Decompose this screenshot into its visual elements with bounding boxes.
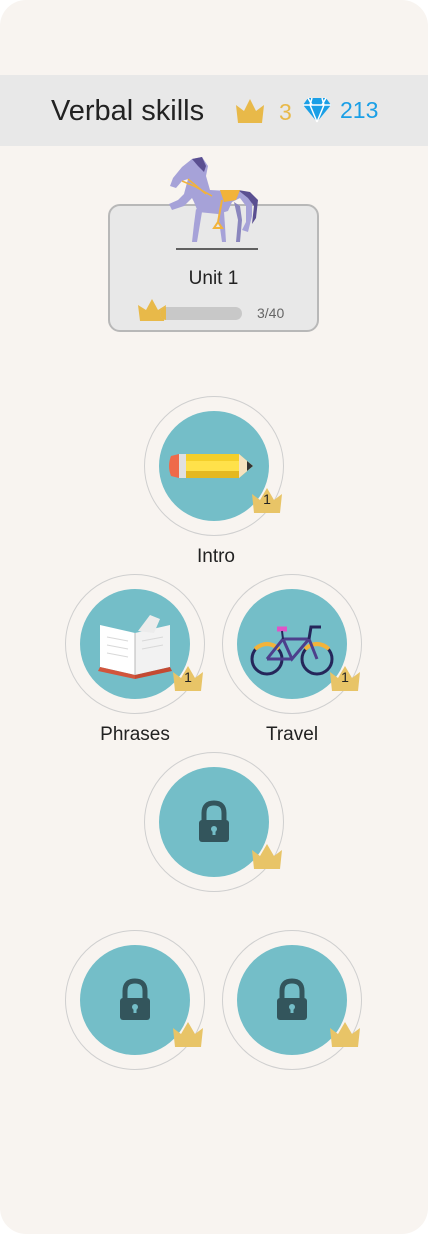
page-title: Verbal skills xyxy=(51,95,205,127)
skill-label: Intro xyxy=(196,546,236,567)
crown-count: 3 xyxy=(279,99,292,125)
crown-badge-icon xyxy=(252,844,282,869)
unit-title: Unit 1 xyxy=(188,268,239,289)
unit-progress-fill xyxy=(160,307,167,320)
skill-tree-screen: Verbal skills 3 213 Unit 1 3/40 1 Intro … xyxy=(0,0,428,1234)
crown-icon xyxy=(236,99,264,123)
gem-count: 213 xyxy=(340,97,379,123)
crown-badge-icon xyxy=(173,1022,203,1047)
skill-label: Phrases xyxy=(100,724,170,745)
unit-progress-text: 3/40 xyxy=(257,305,285,321)
skill-label: Travel xyxy=(265,724,319,745)
skill-level: 1 xyxy=(184,669,192,685)
skill-travel[interactable]: 1 xyxy=(222,574,362,714)
skill-level: 1 xyxy=(341,669,349,685)
unit-progress-bar xyxy=(160,307,242,320)
skill-locked[interactable] xyxy=(222,930,362,1070)
crown-badge-icon xyxy=(330,1022,360,1047)
horse-illustration xyxy=(169,157,258,250)
skill-intro[interactable]: 1 xyxy=(144,396,284,536)
skill-level: 1 xyxy=(263,491,271,507)
skill-locked[interactable] xyxy=(144,752,284,892)
skill-phrases[interactable]: 1 xyxy=(65,574,205,714)
gem-icon xyxy=(303,97,331,123)
skill-locked[interactable] xyxy=(65,930,205,1070)
